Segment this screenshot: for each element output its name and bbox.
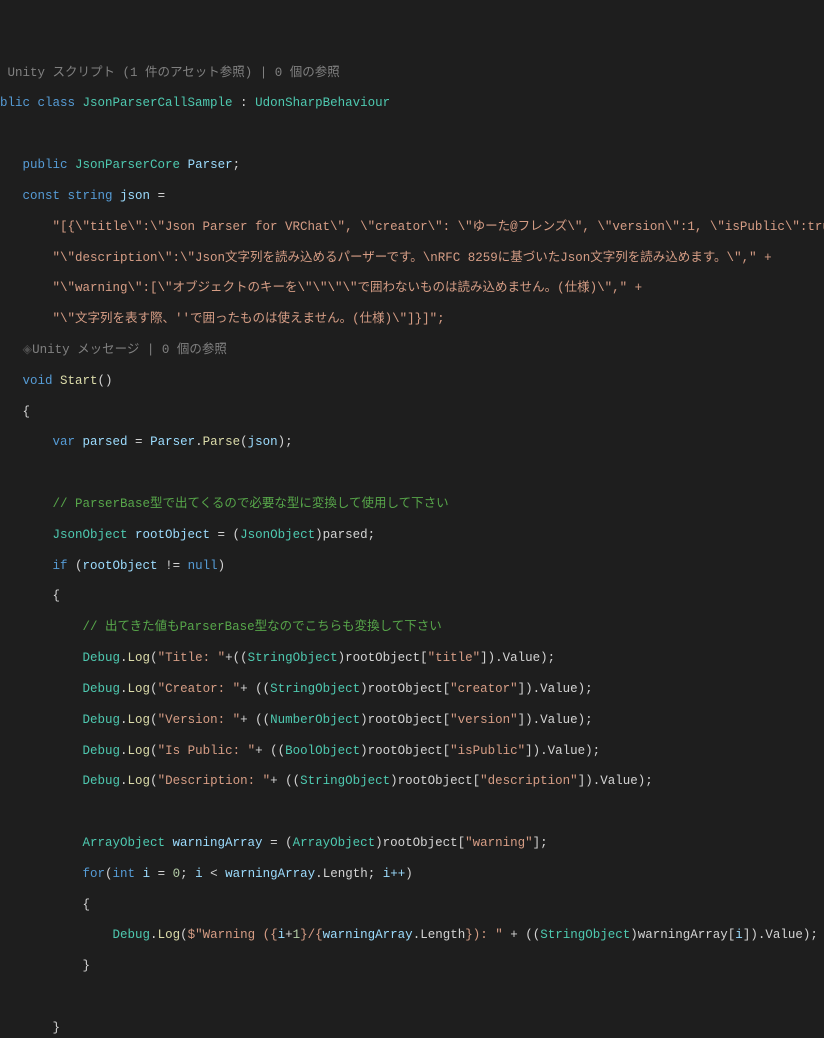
- for-loop: for(int i = 0; i < warningArray.Length; …: [0, 867, 824, 882]
- if-statement: if (rootObject != null): [0, 559, 824, 574]
- comment-2: // 出てきた値もParserBase型なのでこちらも変換して下さい: [0, 620, 824, 635]
- brace-close: }: [0, 1021, 824, 1036]
- parser-field: public JsonParserCore Parser;: [0, 158, 824, 173]
- blank: [0, 127, 824, 142]
- log-creator: Debug.Log("Creator: "+ ((StringObject)ro…: [0, 682, 824, 697]
- json-string-line-2: "\"description\":\"Json文字列を読み込めるパーザーです。\…: [0, 251, 824, 266]
- log-description: Debug.Log("Description: "+ ((StringObjec…: [0, 774, 824, 789]
- start-method: void Start(): [0, 374, 824, 389]
- brace-close: }: [0, 959, 824, 974]
- log-warning-item: Debug.Log($"Warning ({i+1}/{warningArray…: [0, 928, 824, 943]
- warning-array: ArrayObject warningArray = (ArrayObject)…: [0, 836, 824, 851]
- codelens-start[interactable]: ◈Unity メッセージ | 0 個の参照: [0, 343, 824, 358]
- json-string-line-1: "[{\"title\":\"Json Parser for VRChat\",…: [0, 220, 824, 235]
- unity-icon: ◈: [23, 343, 33, 357]
- log-version: Debug.Log("Version: "+ ((NumberObject)ro…: [0, 713, 824, 728]
- log-ispublic: Debug.Log("Is Public: "+ ((BoolObject)ro…: [0, 744, 824, 759]
- blank: [0, 990, 824, 1005]
- codelens-class[interactable]: Unity スクリプト (1 件のアセット参照) | 0 個の参照: [0, 66, 824, 81]
- brace-open: {: [0, 898, 824, 913]
- comment-1: // ParserBase型で出てくるので必要な型に変換して使用して下さい: [0, 497, 824, 512]
- blank: [0, 466, 824, 481]
- brace-open: {: [0, 405, 824, 420]
- log-title: Debug.Log("Title: "+((StringObject)rootO…: [0, 651, 824, 666]
- json-field-decl: const string json =: [0, 189, 824, 204]
- json-string-line-3: "\"warning\":[\"オブジェクトのキーを\"\"\"\"で囲わないも…: [0, 281, 824, 296]
- class-declaration: blic class JsonParserCallSample : UdonSh…: [0, 96, 824, 111]
- parsed-var: var parsed = Parser.Parse(json);: [0, 435, 824, 450]
- blank: [0, 805, 824, 820]
- brace-open: {: [0, 589, 824, 604]
- root-object: JsonObject rootObject = (JsonObject)pars…: [0, 528, 824, 543]
- json-string-line-4: "\"文字列を表す際、''で囲ったものは使えません。(仕様)\"]}]";: [0, 312, 824, 327]
